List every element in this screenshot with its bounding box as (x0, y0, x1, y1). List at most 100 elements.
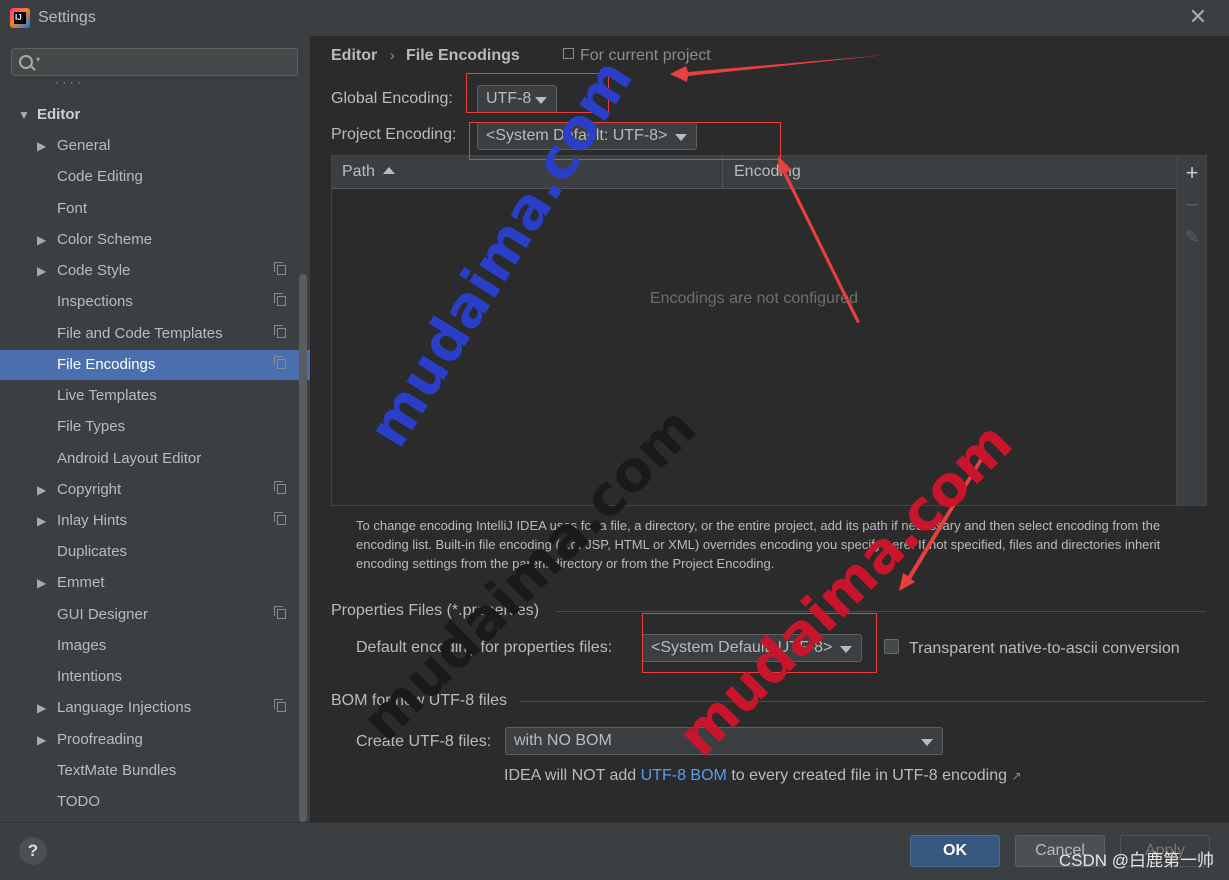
column-header-encoding[interactable]: Encoding (734, 156, 801, 188)
column-divider[interactable] (722, 156, 723, 188)
properties-default-label: Default encoding for properties files: (356, 639, 613, 656)
sidebar-item-file-encodings[interactable]: File Encodings (0, 350, 310, 380)
sidebar-item-general[interactable]: ▶ General (0, 131, 310, 161)
sidebar-item-editor[interactable]: ▼ Editor (0, 100, 310, 130)
sidebar-item-label: Android Layout Editor (57, 450, 202, 467)
close-icon[interactable]: ✕ (1186, 6, 1210, 30)
intellij-app-icon: IJ (10, 8, 30, 28)
global-encoding-label: Global Encoding: (331, 90, 453, 107)
collapsed-arrow-icon[interactable]: ▶ (37, 506, 46, 536)
sidebar-item-live-templates[interactable]: Live Templates (0, 381, 310, 411)
apply-button[interactable]: Apply (1120, 835, 1210, 867)
project-scope-note: For current project (563, 47, 711, 65)
sidebar-item-file-and-code-templates[interactable]: File and Code Templates (0, 319, 310, 349)
properties-encoding-select[interactable]: <System Default: UTF-8> (642, 634, 862, 662)
sidebar-item-code-style[interactable]: ▶ Code Style (0, 256, 310, 286)
sidebar-item-emmet[interactable]: ▶ Emmet (0, 568, 310, 598)
sidebar-item-label: File Types (57, 418, 126, 435)
sidebar-item-label: Code Editing (57, 168, 143, 185)
sidebar-item-label: Images (57, 637, 107, 654)
encoding-help-text: To change encoding IntelliJ IDEA uses fo… (356, 518, 1161, 571)
sidebar-item-android-layout-editor[interactable]: Android Layout Editor (0, 444, 310, 474)
table-empty-text: Encodings are not configured (649, 290, 859, 307)
sidebar-item-textmate-bundles[interactable]: TextMate Bundles (0, 756, 310, 786)
sidebar-item-duplicates[interactable]: Duplicates (0, 537, 310, 567)
sidebar-item-images[interactable]: Images (0, 631, 310, 661)
file-encodings-panel: Editor › File Encodings For current proj… (310, 36, 1229, 822)
search-input[interactable] (48, 52, 292, 74)
add-icon[interactable]: + (1178, 158, 1206, 188)
collapsed-arrow-icon[interactable]: ▶ (37, 225, 46, 255)
collapsed-arrow-icon[interactable]: ▶ (37, 725, 46, 755)
sidebar-item-language-injections[interactable]: ▶ Language Injections (0, 693, 310, 723)
native-to-ascii-checkbox[interactable] (884, 639, 899, 654)
sidebar-item-code-editing[interactable]: Code Editing (0, 162, 310, 192)
column-header-path[interactable]: Path (342, 156, 395, 188)
section-divider (556, 611, 1206, 612)
search-icon[interactable] (19, 55, 33, 69)
sidebar-item-label: Duplicates (57, 543, 128, 560)
edit-icon[interactable]: ✎ (1178, 222, 1206, 252)
sidebar-item-gui-designer[interactable]: GUI Designer (0, 600, 310, 630)
cancel-button[interactable]: Cancel (1015, 835, 1105, 867)
sidebar-item-inspections[interactable]: Inspections (0, 287, 310, 317)
project-scope-icon (274, 512, 286, 525)
sort-ascending-icon (382, 167, 395, 174)
help-button[interactable]: ? (19, 837, 47, 865)
sidebar-item-label: Emmet (57, 574, 105, 591)
utf8-bom-link[interactable]: UTF-8 BOM (641, 767, 727, 784)
sidebar-item-intentions[interactable]: Intentions (0, 662, 310, 692)
bom-select[interactable]: with NO BOM (505, 727, 943, 755)
project-scope-icon (274, 356, 286, 369)
bom-select-value: with NO BOM (514, 732, 612, 749)
project-scope-label: For current project (580, 47, 711, 64)
bom-section-title: BOM for new UTF-8 files (331, 692, 508, 709)
breadcrumb-editor[interactable]: Editor (331, 47, 377, 65)
collapsed-arrow-icon[interactable]: ▶ (37, 475, 46, 505)
expanded-arrow-icon[interactable]: ▼ (18, 100, 30, 130)
sidebar-item-font[interactable]: Font (0, 194, 310, 224)
collapsed-arrow-icon[interactable]: ▶ (37, 568, 46, 598)
dialog-footer: ? OK Cancel Apply (0, 822, 1229, 880)
project-scope-icon (274, 699, 286, 712)
breadcrumb-separator: › (390, 47, 395, 63)
sidebar-item-color-scheme[interactable]: ▶ Color Scheme (0, 225, 310, 255)
collapsed-arrow-icon[interactable]: ▶ (37, 131, 46, 161)
global-encoding-select[interactable]: UTF-8 (477, 85, 557, 113)
sidebar-item-label: Font (57, 200, 88, 217)
ok-button[interactable]: OK (910, 835, 1000, 867)
project-encoding-label: Project Encoding: (331, 126, 457, 143)
bom-note-prefix: IDEA will NOT add (504, 767, 637, 784)
sidebar-item-file-types[interactable]: File Types (0, 412, 310, 442)
sidebar-item-inlay-hints[interactable]: ▶ Inlay Hints (0, 506, 310, 536)
native-to-ascii-label[interactable]: Transparent native-to-ascii conversion (909, 640, 1180, 658)
sidebar-item-label: TODO (57, 793, 101, 810)
collapsed-arrow-icon[interactable]: ▶ (37, 693, 46, 723)
sidebar-item-proofreading[interactable]: ▶ Proofreading (0, 725, 310, 755)
path-encoding-table: Path Encoding Encodings are not configur… (331, 155, 1177, 506)
sidebar-item-label: Language Injections (57, 699, 192, 716)
remove-icon[interactable]: − (1178, 190, 1206, 220)
sidebar-item-label: Live Templates (57, 387, 157, 404)
sidebar-item-label: Inlay Hints (57, 512, 128, 529)
sidebar-item-label: File and Code Templates (57, 325, 223, 342)
project-scope-icon (274, 262, 286, 275)
search-history-chevron-icon[interactable]: ▾ (36, 55, 40, 64)
bom-note-suffix: to every created file in UTF-8 encoding (731, 767, 1008, 784)
project-scope-icon (563, 48, 574, 59)
bom-note: IDEA will NOT add UTF-8 BOM to every cre… (504, 767, 1022, 785)
page-title: File Encodings (406, 47, 520, 64)
sidebar-item-label: General (57, 137, 111, 154)
sidebar-item-copyright[interactable]: ▶ Copyright (0, 475, 310, 505)
sidebar-item-label: GUI Designer (57, 606, 148, 623)
sidebar-scrollbar[interactable] (299, 274, 307, 822)
sidebar-item-todo[interactable]: TODO (0, 787, 310, 817)
table-toolbar: + − ✎ (1177, 155, 1207, 506)
table-header: Path Encoding (332, 156, 1176, 189)
project-encoding-select[interactable]: <System Default: UTF-8> (477, 122, 697, 150)
collapsed-arrow-icon[interactable]: ▶ (37, 256, 46, 286)
project-scope-icon (274, 293, 286, 306)
search-box[interactable]: ▾ (11, 48, 298, 76)
properties-section-title: Properties Files (*.properties) (331, 602, 540, 619)
chevron-down-icon (535, 97, 547, 104)
